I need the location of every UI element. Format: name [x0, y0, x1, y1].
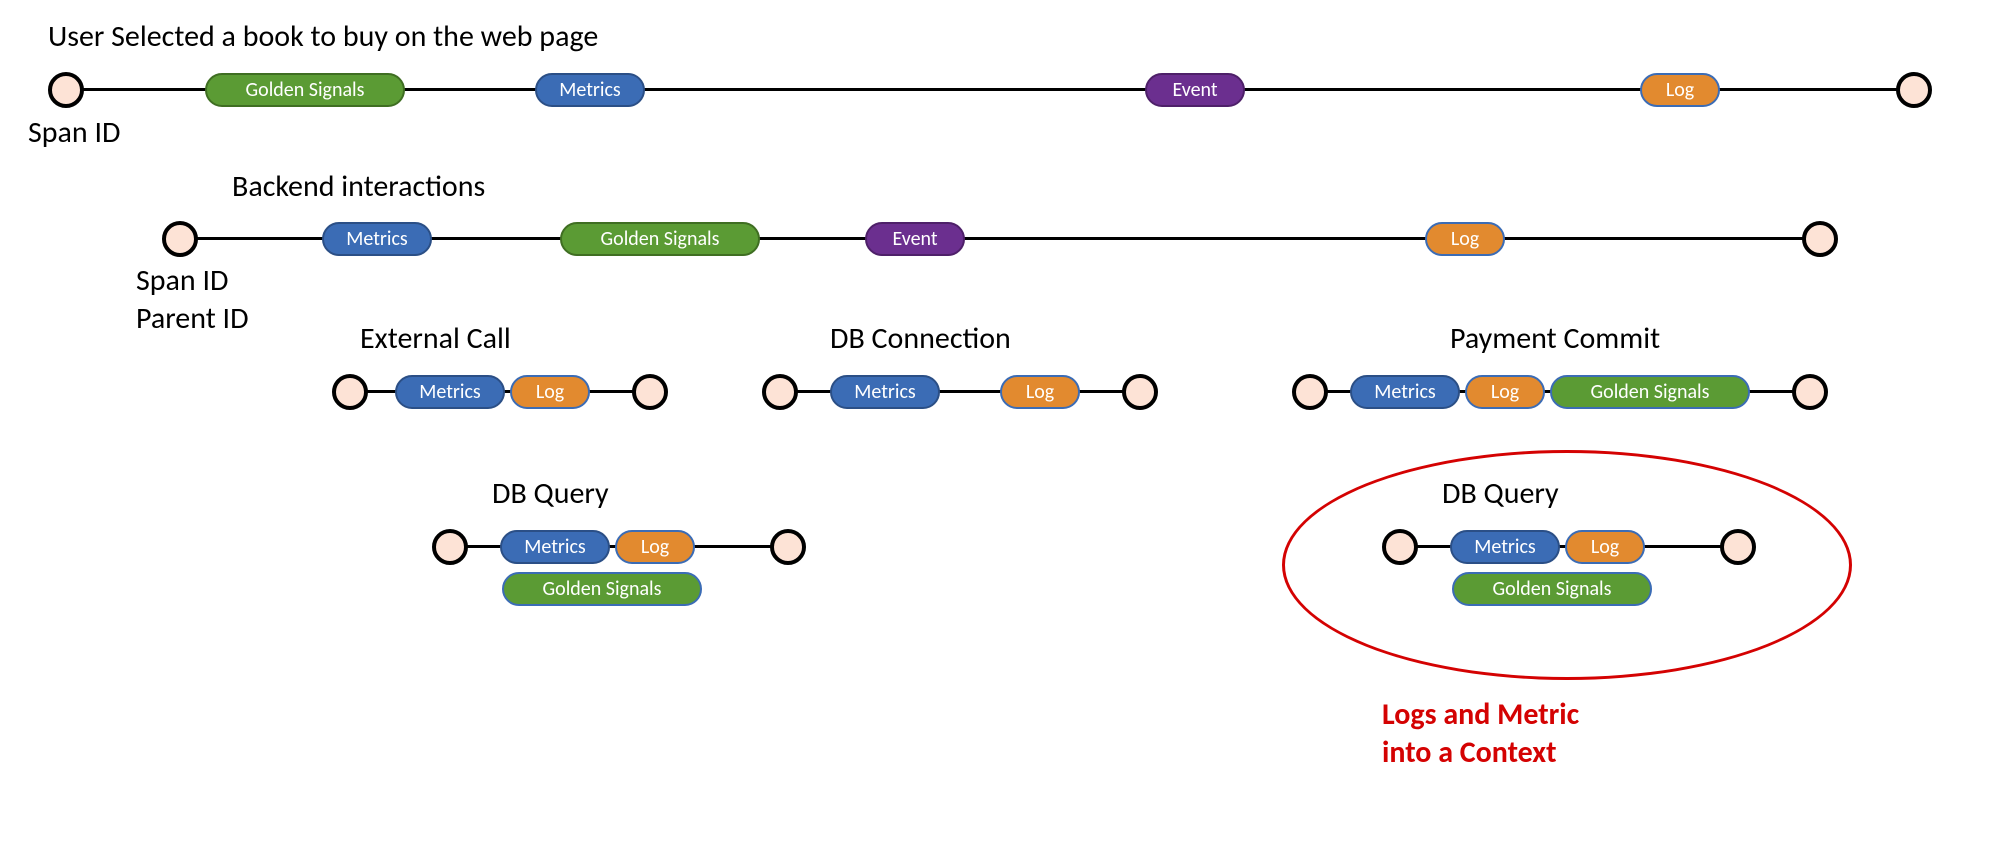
row1-title: User Selected a book to buy on the web p… [48, 18, 598, 55]
log-pill: Log [1465, 375, 1545, 409]
log-pill: Log [510, 375, 590, 409]
parent-id-label: Parent ID [136, 300, 249, 337]
metrics-pill: Metrics [830, 375, 940, 409]
callout-text: Logs and Metric into a Context [1382, 696, 1579, 771]
golden-signals-pill: Golden Signals [1550, 375, 1750, 409]
metrics-pill: Metrics [395, 375, 505, 409]
log-pill: Log [1640, 73, 1720, 107]
extcall-end-node [632, 374, 668, 410]
paycommit-start-node [1292, 374, 1328, 410]
span-id-label: Span ID [28, 114, 120, 151]
payment-commit-title: Payment Commit [1450, 320, 1660, 357]
event-pill: Event [865, 222, 965, 256]
dbconn-start-node [762, 374, 798, 410]
row2-start-node [162, 221, 198, 257]
dbconn-end-node [1122, 374, 1158, 410]
golden-signals-pill: Golden Signals [502, 572, 702, 606]
row2-title: Backend interactions [232, 168, 485, 205]
metrics-pill: Metrics [322, 222, 432, 256]
log-pill: Log [1425, 222, 1505, 256]
row1-end-node [1896, 72, 1932, 108]
log-pill: Log [615, 530, 695, 564]
span-id-label-2: Span ID [136, 262, 228, 299]
row1-start-node [48, 72, 84, 108]
golden-signals-pill: Golden Signals [205, 73, 405, 107]
dbquery1-start-node [432, 529, 468, 565]
external-call-title: External Call [360, 320, 511, 357]
row2-end-node [1802, 221, 1838, 257]
metrics-pill: Metrics [500, 530, 610, 564]
paycommit-end-node [1792, 374, 1828, 410]
db-connection-title: DB Connection [830, 320, 1011, 357]
golden-signals-pill: Golden Signals [560, 222, 760, 256]
dbquery1-end-node [770, 529, 806, 565]
metrics-pill: Metrics [535, 73, 645, 107]
callout-line1: Logs and Metric [1382, 696, 1579, 733]
metrics-pill: Metrics [1350, 375, 1460, 409]
callout-ellipse [1282, 450, 1852, 680]
callout-line2: into a Context [1382, 734, 1556, 771]
extcall-start-node [332, 374, 368, 410]
db-query-title-1: DB Query [492, 475, 609, 512]
trace-diagram: User Selected a book to buy on the web p… [0, 0, 2000, 850]
event-pill: Event [1145, 73, 1245, 107]
log-pill: Log [1000, 375, 1080, 409]
